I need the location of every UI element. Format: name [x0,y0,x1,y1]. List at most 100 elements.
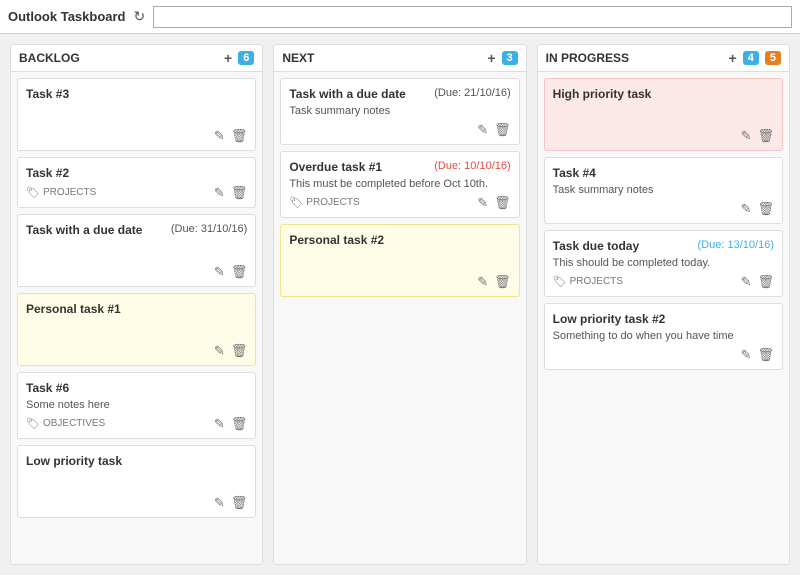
edit-icon: ✎ [477,274,488,289]
card-title-task-due-date-next: Task with a due date [289,87,405,101]
card-title-personal1: Personal task #1 [26,302,121,316]
edit-card-button-task4[interactable]: ✎ [741,202,752,215]
tag-icon: 🏷 [26,417,40,430]
delete-icon: 🗑 [757,347,774,362]
card-due-task-due-today: (Due: 13/10/16) [698,239,774,251]
edit-icon: ✎ [214,416,225,431]
delete-icon: 🗑 [231,343,248,358]
card-title-personal2: Personal task #2 [289,233,384,247]
tag-icon: 🏷 [26,186,40,199]
card-title-overdue1: Overdue task #1 [289,160,382,174]
column-body-next: Task with a due date(Due: 21/10/16)Task … [274,72,525,564]
card-task-due-date-next: Task with a due date(Due: 21/10/16)Task … [280,78,519,145]
card-header-task-due-date: Task with a due date(Due: 31/10/16) [26,223,247,237]
refresh-button[interactable]: ↻ [134,8,146,25]
delete-card-button-personal2[interactable]: 🗑 [494,275,511,288]
delete-card-button-task4[interactable]: 🗑 [757,202,774,215]
delete-icon: 🗑 [494,195,511,210]
card-actions-overdue1: ✎🗑 [477,196,510,209]
delete-icon: 🗑 [231,416,248,431]
card-header-task2: Task #2 [26,166,247,180]
edit-card-button-task-due-today[interactable]: ✎ [741,275,752,288]
tag-label: PROJECTS [570,276,623,287]
app-title: Outlook Taskboard [8,9,126,24]
column-body-backlog: Task #3✎🗑Task #2🏷PROJECTS✎🗑Task with a d… [11,72,262,564]
card-body-text-overdue1: This must be completed before Oct 10th. [289,178,510,190]
card-personal1: Personal task #1✎🗑 [17,293,256,366]
card-low-priority: Low priority task✎🗑 [17,445,256,518]
card-header-task-due-date-next: Task with a due date(Due: 21/10/16) [289,87,510,101]
card-footer-task-due-date: ✎🗑 [26,265,247,278]
card-actions-task-due-today: ✎🗑 [741,275,774,288]
column-title-next: NEXT [282,51,481,65]
header: Outlook Taskboard ↻ [0,0,800,34]
card-body-text-task-due-date-next: Task summary notes [289,105,510,117]
card-footer-personal2: ✎🗑 [289,275,510,288]
column-body-inprogress: High priority task✎🗑Task #4Task summary … [538,72,789,564]
delete-icon: 🗑 [757,274,774,289]
edit-icon: ✎ [214,495,225,510]
tag-label: PROJECTS [306,197,359,208]
add-card-button-inprogress[interactable]: + [729,51,737,65]
delete-card-button-task-due-today[interactable]: 🗑 [757,275,774,288]
search-input[interactable] [153,6,792,28]
edit-icon: ✎ [214,343,225,358]
card-high-priority: High priority task✎🗑 [544,78,783,151]
delete-card-button-task-due-date[interactable]: 🗑 [231,265,248,278]
column-next: NEXT +3 Task with a due date(Due: 21/10/16… [273,44,526,565]
column-backlog: BACKLOG+6Task #3✎🗑Task #2🏷PROJECTS✎🗑Task… [10,44,263,565]
card-footer-high-priority: ✎🗑 [553,129,774,142]
edit-card-button-task-due-date-next[interactable]: ✎ [477,123,488,136]
delete-card-button-task-due-date-next[interactable]: 🗑 [494,123,511,136]
edit-card-button-high-priority[interactable]: ✎ [741,129,752,142]
card-footer-personal1: ✎🗑 [26,344,247,357]
card-actions-task-due-date: ✎🗑 [214,265,247,278]
edit-icon: ✎ [214,185,225,200]
edit-card-button-low-priority2[interactable]: ✎ [741,348,752,361]
card-actions-task-due-date-next: ✎🗑 [477,123,510,136]
edit-icon: ✎ [741,201,752,216]
add-card-button-backlog[interactable]: + [224,51,232,65]
card-due-overdue1: (Due: 10/10/16) [434,160,510,172]
edit-card-button-low-priority[interactable]: ✎ [214,496,225,509]
edit-card-button-personal1[interactable]: ✎ [214,344,225,357]
edit-card-button-overdue1[interactable]: ✎ [477,196,488,209]
count-badge-next: 3 [502,51,518,65]
delete-card-button-low-priority2[interactable]: 🗑 [757,348,774,361]
edit-card-button-task2[interactable]: ✎ [214,186,225,199]
card-body-text-task4: Task summary notes [553,184,774,196]
column-header-backlog: BACKLOG+6 [11,45,262,72]
card-header-low-priority2: Low priority task #2 [553,312,774,326]
card-title-low-priority2: Low priority task #2 [553,312,666,326]
add-card-button-next[interactable]: + [487,51,495,65]
card-actions-high-priority: ✎🗑 [741,129,774,142]
edit-card-button-task-due-date[interactable]: ✎ [214,265,225,278]
delete-icon: 🗑 [231,185,248,200]
card-footer-task2: 🏷PROJECTS✎🗑 [26,186,247,199]
card-footer-low-priority: ✎🗑 [26,496,247,509]
edit-card-button-task6[interactable]: ✎ [214,417,225,430]
delete-card-button-task6[interactable]: 🗑 [231,417,248,430]
delete-icon: 🗑 [494,122,511,137]
card-task-due-today: Task due today(Due: 13/10/16)This should… [544,230,783,297]
delete-card-button-high-priority[interactable]: 🗑 [757,129,774,142]
main-area: BACKLOG+6Task #3✎🗑Task #2🏷PROJECTS✎🗑Task… [0,34,800,575]
delete-card-button-task3[interactable]: 🗑 [231,129,248,142]
delete-icon: 🗑 [757,201,774,216]
card-tag-task2: 🏷PROJECTS [26,186,96,199]
card-body-text-task-due-today: This should be completed today. [553,257,774,269]
edit-card-button-personal2[interactable]: ✎ [477,275,488,288]
delete-card-button-task2[interactable]: 🗑 [231,186,248,199]
card-header-task4: Task #4 [553,166,774,180]
count-badge-inprogress: 5 [765,51,781,65]
delete-card-button-low-priority[interactable]: 🗑 [231,496,248,509]
delete-card-button-personal1[interactable]: 🗑 [231,344,248,357]
card-header-task3: Task #3 [26,87,247,101]
card-title-task2: Task #2 [26,166,69,180]
card-title-low-priority: Low priority task [26,454,122,468]
card-title-task3: Task #3 [26,87,69,101]
card-footer-task-due-date-next: ✎🗑 [289,123,510,136]
edit-card-button-task3[interactable]: ✎ [214,129,225,142]
delete-card-button-overdue1[interactable]: 🗑 [494,196,511,209]
card-actions-task2: ✎🗑 [214,186,247,199]
